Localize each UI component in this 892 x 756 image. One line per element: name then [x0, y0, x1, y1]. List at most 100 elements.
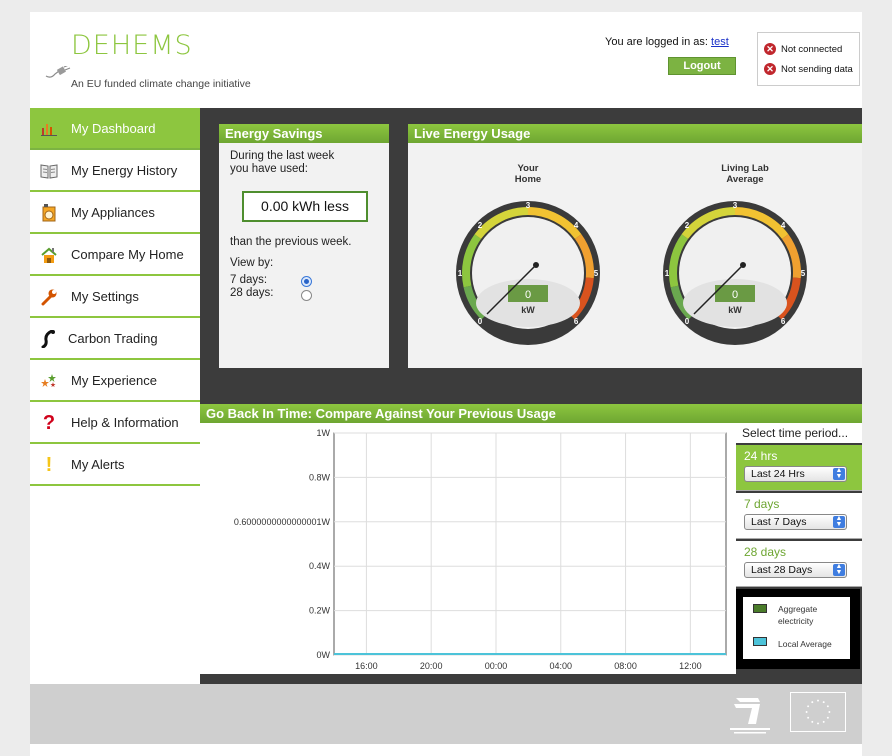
chart-x-tick-label: 08:00 — [614, 661, 637, 671]
chart-y-tick-label: 0W — [317, 650, 331, 660]
sidebar-item-experience[interactable]: My Experience — [30, 360, 200, 402]
gauge-tick-label: 3 — [733, 201, 738, 210]
eu-star — [822, 701, 825, 704]
sidebar-item-appliances[interactable]: My Appliances — [30, 192, 200, 234]
gauge-average: 0 1 2 3 4 5 6 0 kW — [663, 201, 807, 345]
dashboard-area: Energy Savings During the last week you … — [200, 108, 862, 684]
eu-star — [822, 720, 825, 723]
time-period-label: 24 hrs — [744, 449, 778, 463]
status-label: Not sending data — [781, 63, 853, 75]
gauge-title-line: Your — [517, 163, 539, 174]
radio-28-days[interactable] — [301, 290, 312, 301]
legend-label-line: electricity — [778, 616, 814, 626]
history-chart-area: 1W 0.8W 0.6000000000000001W 0.4W 0.2W 0W 16:00… — [200, 423, 736, 674]
stars-icon — [40, 372, 58, 390]
chart-y-tick-label: 0.8W — [309, 472, 331, 482]
sidebar-item-alerts[interactable]: ! My Alerts — [30, 444, 200, 486]
chart-x-tick-label: 20:00 — [420, 661, 443, 671]
time-period-label: 7 days — [744, 497, 780, 511]
time-period-7days[interactable]: 7 days Last 7 Days ▲ ▼ — [736, 493, 862, 539]
select-value: Last 28 Days — [751, 564, 813, 576]
chart-legend: Aggregate electricity Local Average — [736, 589, 860, 669]
gauge-title-line: Living Lab — [721, 163, 769, 174]
legend-label-local-average: Local Average — [778, 639, 832, 649]
footer — [30, 684, 862, 744]
sidebar-nav: My Dashboard My Energy History My Applia… — [30, 108, 200, 486]
phone-icon — [40, 330, 58, 348]
energy-savings-panel: Energy Savings During the last week you … — [219, 124, 389, 368]
select-arrows-icon: ▲ ▼ — [833, 515, 845, 528]
eu-star — [817, 722, 819, 725]
connection-status-box: ✕ Not connected ✕ Not sending data — [757, 32, 860, 86]
savings-comparison: than the previous week. — [230, 236, 352, 248]
chart-x-tick-label: 12:00 — [679, 661, 702, 671]
book-icon — [40, 162, 58, 180]
sidebar-item-label: My Settings — [71, 288, 139, 304]
sidebar-item-dashboard[interactable]: My Dashboard — [30, 108, 200, 150]
gauge-tick-label: 4 — [781, 221, 786, 230]
bar-chart-icon — [40, 120, 58, 138]
sidebar-item-label: My Dashboard — [71, 120, 156, 136]
sidebar-item-settings[interactable]: My Settings — [30, 276, 200, 318]
radio-7-days-label: 7 days: — [230, 274, 268, 286]
time-period-select-7days[interactable]: Last 7 Days ▲ ▼ — [744, 514, 847, 530]
error-x-icon: ✕ — [764, 43, 776, 55]
house-icon — [40, 246, 58, 264]
time-period-24hrs[interactable]: 24 hrs Last 24 Hrs ▲ ▼ — [736, 445, 862, 491]
sidebar-item-energy-history[interactable]: My Energy History — [30, 150, 200, 192]
gauge-tick-label: 0 — [478, 317, 483, 326]
sidebar-item-label: My Alerts — [71, 456, 125, 472]
chart-x-tick-label: 00:00 — [485, 661, 508, 671]
username-link[interactable]: test — [711, 36, 729, 48]
gauge-tick-label: 5 — [801, 269, 806, 278]
gauge-title-home: Your Home — [503, 163, 553, 185]
eu-star — [826, 705, 829, 708]
sidebar-item-compare-home[interactable]: Compare My Home — [30, 234, 200, 276]
eu-star — [807, 705, 810, 708]
gauge-tick-label: 1 — [665, 269, 670, 278]
wrench-icon — [40, 288, 58, 306]
time-period-select-24hrs[interactable]: Last 24 Hrs ▲ ▼ — [744, 466, 847, 482]
sidebar-item-label: My Energy History — [71, 162, 178, 178]
legend-label-line: Aggregate — [778, 604, 818, 614]
eu-flag-icon — [790, 692, 846, 732]
chart-y-tick-label: 1W — [317, 428, 331, 438]
sidebar-item-label: Carbon Trading — [68, 330, 158, 346]
eu-star — [811, 720, 814, 723]
time-period-28days[interactable]: 28 days Last 28 Days ▲ ▼ — [736, 541, 862, 587]
status-row-sending: ✕ Not sending data — [764, 62, 853, 76]
gauge-needle-hub — [533, 262, 539, 268]
sidebar-item-label: Compare My Home — [71, 246, 184, 262]
chart-y-tick-label: 0.2W — [309, 606, 331, 616]
gauge-title-line: Average — [726, 174, 764, 185]
time-period-select-28days[interactable]: Last 28 Days ▲ ▼ — [744, 562, 847, 578]
select-value: Last 24 Hrs — [751, 468, 805, 480]
sidebar-item-label: My Appliances — [71, 204, 155, 220]
sidebar-item-help[interactable]: ? Help & Information — [30, 402, 200, 444]
gauge-home: 0 1 2 3 4 5 6 0 kW — [456, 201, 600, 345]
dehems-logo[interactable]: DEHEMS — [71, 30, 193, 61]
history-chart: 1W 0.8W 0.6000000000000001W 0.4W 0.2W 0W 16:00… — [234, 428, 727, 671]
radio-7-days[interactable] — [301, 276, 312, 287]
appliance-icon — [40, 204, 58, 222]
gauge-tick-label: 2 — [685, 221, 690, 230]
gauge-unit: kW — [728, 305, 742, 315]
gauge-tick-label: 4 — [574, 221, 579, 230]
legend-swatch-local-average — [753, 637, 767, 646]
sidebar-item-label: Help & Information — [71, 414, 179, 430]
status-row-connected: ✕ Not connected — [764, 42, 842, 56]
gauge-tick-label: 6 — [574, 317, 579, 326]
page: DEHEMS An EU funded climate change initi… — [30, 12, 862, 756]
eu-star — [826, 716, 829, 719]
sidebar-item-carbon-trading[interactable]: Carbon Trading — [30, 318, 200, 360]
plug-icon — [45, 66, 71, 78]
gauge-unit: kW — [521, 305, 535, 315]
select-arrows-icon: ▲ ▼ — [833, 467, 845, 480]
login-status-text: You are logged in as: test — [605, 36, 729, 48]
status-label: Not connected — [781, 43, 843, 55]
time-period-header: Select time period... — [736, 423, 862, 443]
savings-intro-line2: you have used: — [230, 163, 309, 175]
eu-star — [807, 716, 810, 719]
logout-button[interactable]: Logout — [668, 57, 736, 75]
gauge-needle-hub — [740, 262, 746, 268]
